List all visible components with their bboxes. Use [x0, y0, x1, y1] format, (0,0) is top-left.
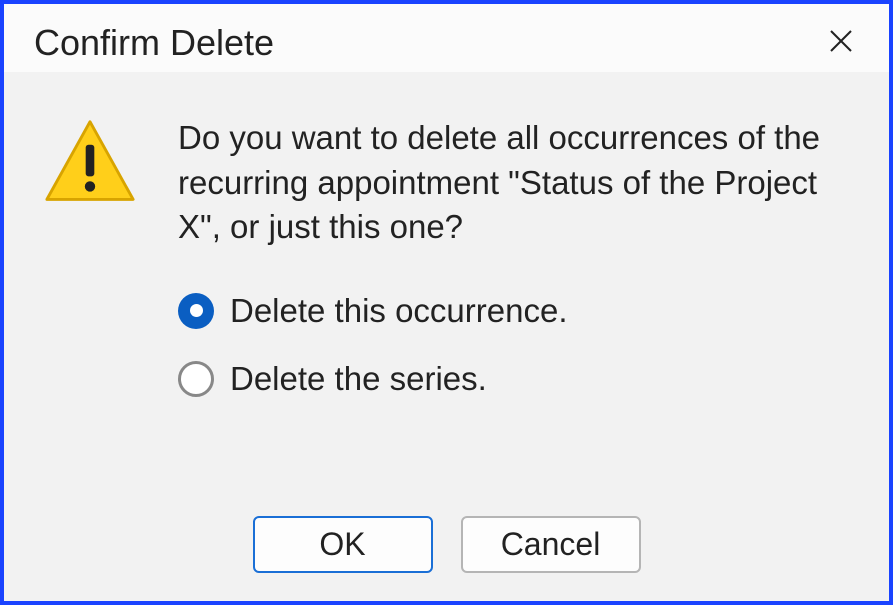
radio-delete-occurrence[interactable]: Delete this occurrence.: [178, 292, 849, 330]
cancel-button[interactable]: Cancel: [461, 516, 641, 573]
radio-icon: [178, 361, 214, 397]
confirm-delete-dialog: Confirm Delete Do you want to delete all…: [0, 0, 893, 605]
close-icon: [826, 26, 856, 61]
radio-delete-series[interactable]: Delete the series.: [178, 360, 849, 398]
radio-label: Delete the series.: [230, 360, 487, 398]
dialog-message: Do you want to delete all occurrences of…: [178, 116, 849, 250]
warning-icon: [44, 116, 154, 213]
radio-group: Delete this occurrence. Delete the serie…: [178, 292, 849, 398]
radio-icon: [178, 293, 214, 329]
content-column: Do you want to delete all occurrences of…: [154, 116, 849, 480]
radio-label: Delete this occurrence.: [230, 292, 568, 330]
dialog-body: Do you want to delete all occurrences of…: [4, 72, 889, 480]
dialog-title: Confirm Delete: [34, 22, 274, 64]
ok-button[interactable]: OK: [253, 516, 433, 573]
titlebar: Confirm Delete: [4, 4, 889, 72]
close-button[interactable]: [823, 25, 859, 61]
button-row: OK Cancel: [4, 480, 889, 601]
icon-column: [44, 116, 154, 480]
